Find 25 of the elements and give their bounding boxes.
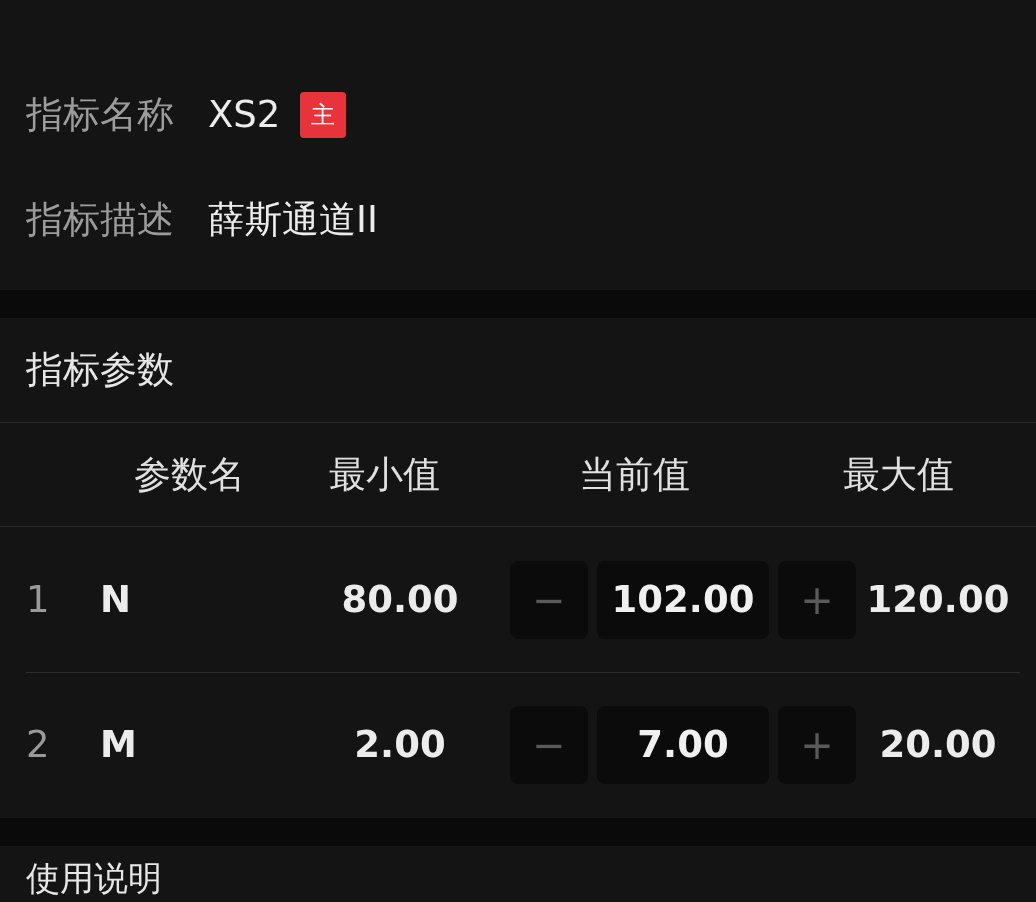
max-value: 20.00 — [878, 722, 998, 769]
column-header: 最大值 — [842, 451, 954, 498]
decrement-button[interactable]: − — [510, 706, 588, 784]
value-field[interactable]: 102.00 — [597, 560, 769, 639]
column-header: 最小值 — [327, 451, 441, 498]
decrement-button[interactable]: − — [510, 560, 588, 639]
min-value: 2.00 — [353, 722, 447, 769]
field-label: 指标描述 — [26, 196, 174, 243]
param-name: N — [100, 576, 132, 623]
param-name: M — [100, 722, 138, 769]
value-field[interactable]: 7.00 — [597, 706, 769, 784]
column-header: 当前值 — [577, 451, 691, 498]
max-value: 120.00 — [865, 576, 1011, 623]
section-heading: 使用说明 — [26, 858, 162, 898]
increment-button[interactable]: + — [778, 706, 856, 784]
field-value: XS2 — [208, 91, 281, 138]
section-heading: 指标参数 — [0, 318, 1036, 423]
increment-button[interactable]: + — [778, 560, 856, 639]
row-number: 1 — [26, 576, 51, 623]
field-label: 指标名称 — [26, 91, 174, 138]
main-badge: 主 — [300, 91, 347, 138]
row-number: 2 — [26, 722, 51, 769]
column-header: 参数名 — [132, 451, 246, 498]
min-value: 80.00 — [340, 576, 460, 623]
field-value: 薛斯通道II — [208, 196, 378, 243]
